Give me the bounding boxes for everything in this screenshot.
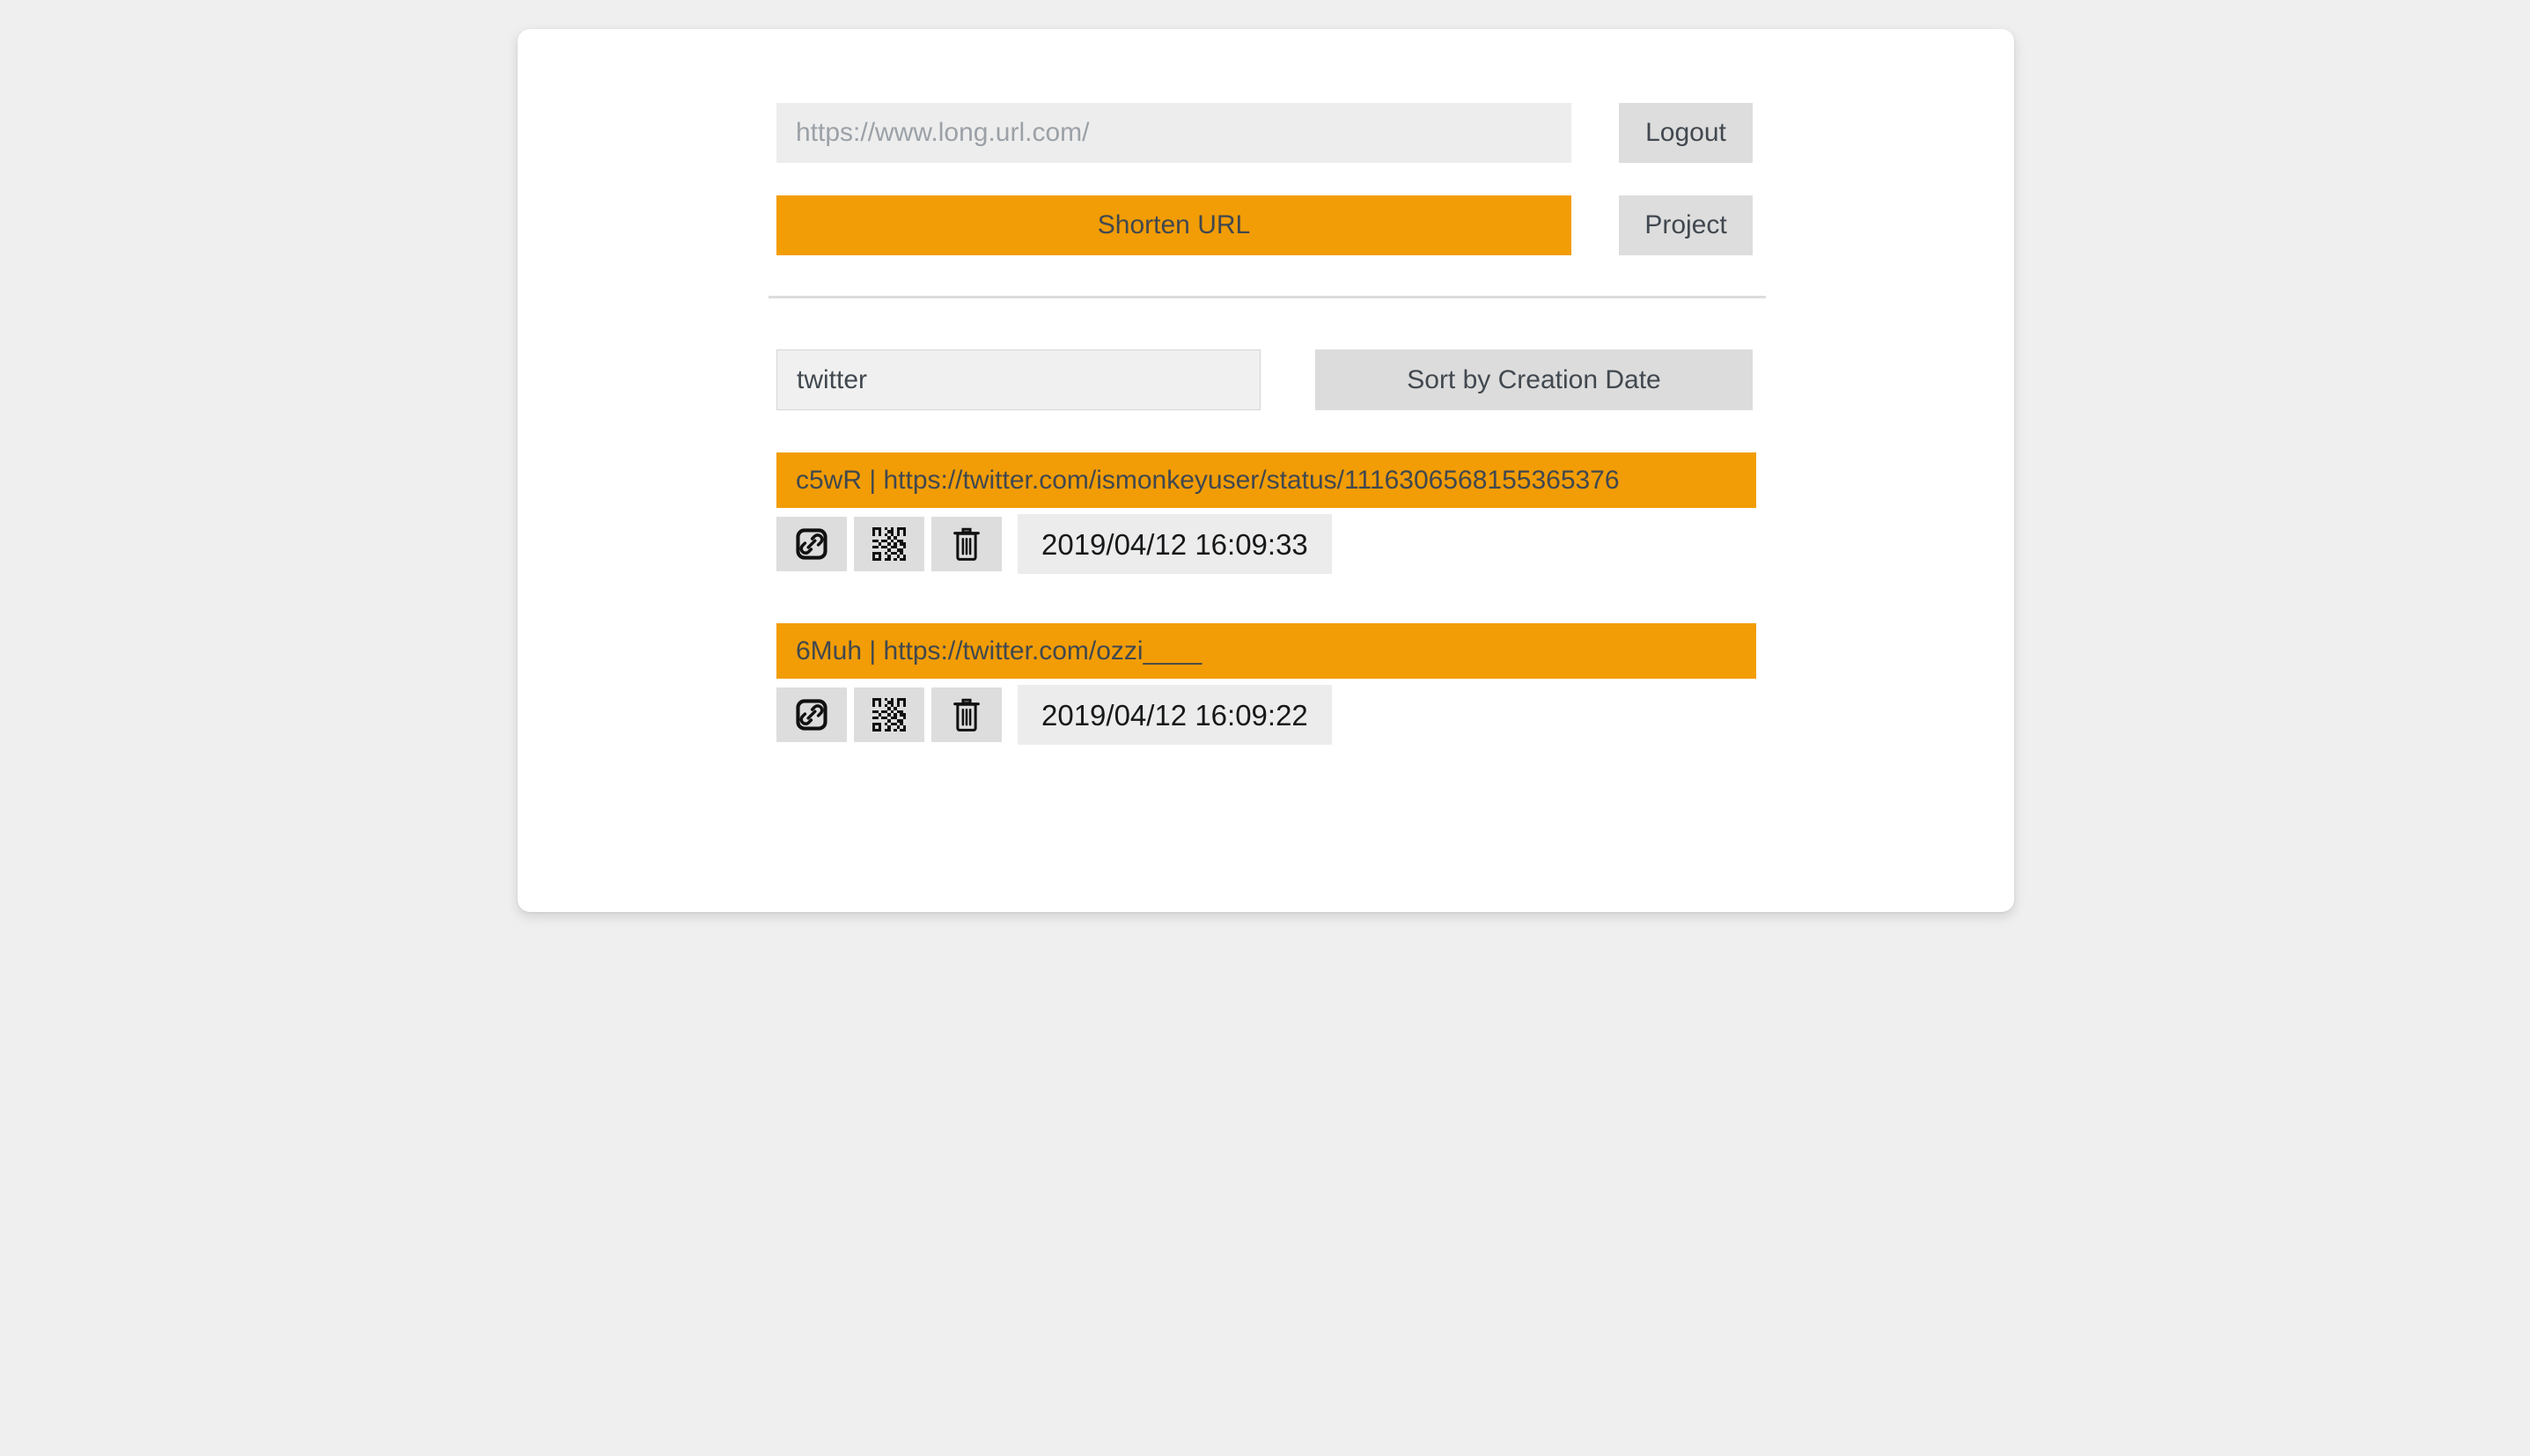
shorten-url-button[interactable]: Shorten URL [776, 195, 1571, 255]
result-link[interactable]: c5wR | https://twitter.com/ismonkeyuser/… [776, 452, 1756, 508]
filter-row: Sort by Creation Date [776, 349, 1753, 410]
creation-date: 2019/04/12 16:09:33 [1018, 514, 1332, 574]
trash-icon [952, 527, 982, 561]
main-card: Logout Shorten URL Project Sort by Creat… [518, 29, 2014, 912]
search-input[interactable] [776, 349, 1261, 410]
edit-link-button[interactable] [776, 517, 847, 571]
list-item: c5wR | https://twitter.com/ismonkeyuser/… [776, 452, 1756, 574]
card-content: Logout Shorten URL Project Sort by Creat… [518, 29, 2014, 912]
edit-link-icon [795, 698, 828, 732]
page-root: Logout Shorten URL Project Sort by Creat… [0, 0, 2530, 1456]
delete-button[interactable] [931, 688, 1002, 742]
trash-icon [952, 698, 982, 732]
edit-link-icon [795, 527, 828, 561]
qr-code-icon [872, 527, 906, 561]
qr-code-button[interactable] [854, 688, 924, 742]
long-url-input[interactable] [776, 103, 1571, 163]
result-actions: 2019/04/12 16:09:22 [776, 685, 1756, 745]
result-actions: 2019/04/12 16:09:33 [776, 514, 1756, 574]
list-item: 6Muh | https://twitter.com/ozzi____ 2019… [776, 623, 1756, 745]
results-list: c5wR | https://twitter.com/ismonkeyuser/… [776, 452, 1756, 745]
creation-date: 2019/04/12 16:09:22 [1018, 685, 1332, 745]
delete-button[interactable] [931, 517, 1002, 571]
shorten-input-row: Logout [776, 103, 1753, 163]
project-button[interactable]: Project [1619, 195, 1753, 255]
section-divider [769, 296, 1766, 298]
sort-by-creation-date-button[interactable]: Sort by Creation Date [1315, 349, 1753, 410]
shorten-action-row: Shorten URL Project [776, 195, 1753, 255]
edit-link-button[interactable] [776, 688, 847, 742]
result-link[interactable]: 6Muh | https://twitter.com/ozzi____ [776, 623, 1756, 679]
qr-code-icon [872, 698, 906, 732]
qr-code-button[interactable] [854, 517, 924, 571]
logout-button[interactable]: Logout [1619, 103, 1753, 163]
